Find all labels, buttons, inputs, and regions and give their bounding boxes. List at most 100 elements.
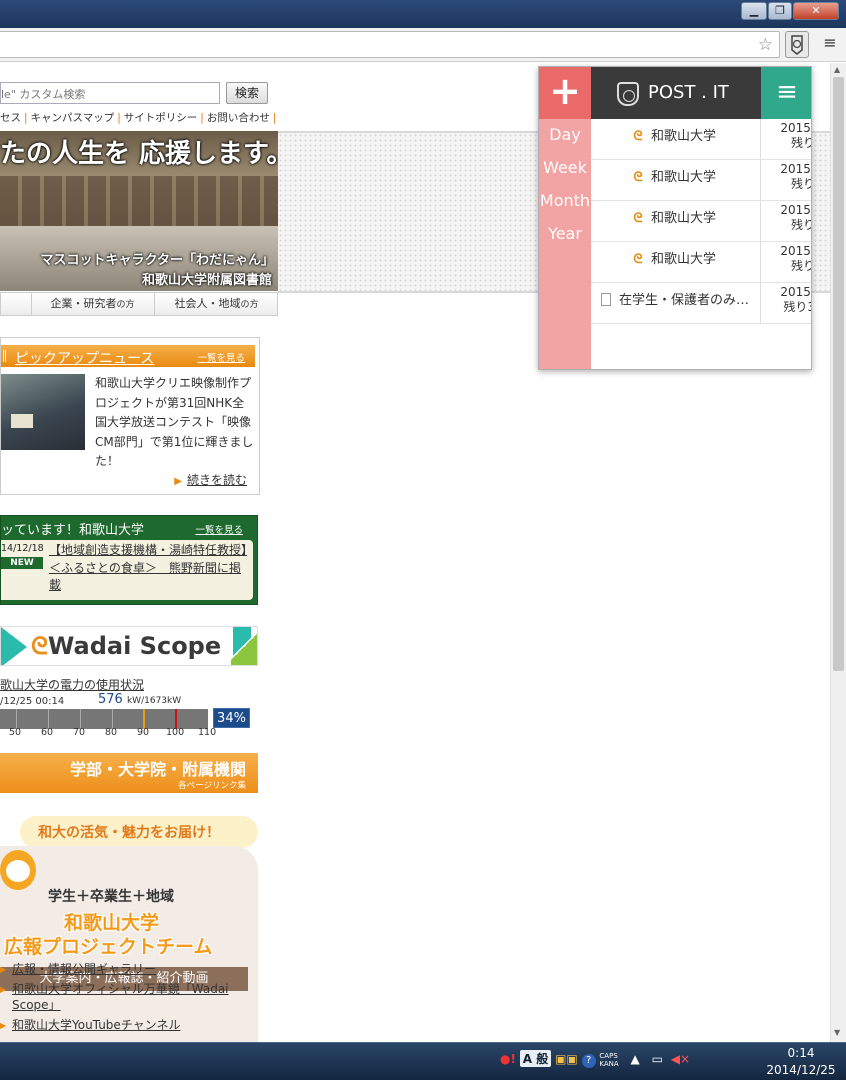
power-time: /12/25 00:14 [0, 696, 65, 707]
tab-label: 社会人・地域 [174, 297, 241, 310]
power-usage-link[interactable]: 歌山大学の電力の使用状況 [0, 676, 144, 693]
clock-date: 2014/12/25 [766, 1063, 836, 1077]
faculty-links-banner[interactable]: 学部・大学院・附属機関 各ページリンク集 [0, 753, 258, 793]
alert-icon[interactable]: ●! [500, 1052, 516, 1066]
power-percent: 34% [213, 708, 250, 728]
list-item[interactable]: ᘓ 和歌山大学 2015/残り [591, 160, 811, 201]
scroll-up-icon[interactable]: ▲ [834, 65, 840, 74]
power-unit: kW/1673kW [126, 696, 182, 706]
hero-image[interactable]: たの人生を 応援します。 マスコットキャラクター「わだにゃん」 和歌山大学附属図… [0, 131, 278, 291]
range-year[interactable]: Year [539, 224, 591, 243]
range-month[interactable]: Month [539, 191, 591, 210]
scale-tick: 80 [105, 727, 118, 738]
faculty-title: 学部・大学院・附属機関 [69, 760, 246, 779]
banner-decoration [1, 627, 27, 665]
tab-suffix: の方 [240, 300, 259, 310]
link-wadai-scope[interactable]: 和歌山大学オフィシャル万華鏡「Wadai Scope」 [0, 981, 250, 1013]
popup-list: ᘓ 和歌山大学 2015/残り ᘓ 和歌山大学 2015/残り ᘓ 和歌山大学 201… [591, 119, 812, 324]
logo-text: POST . IT [648, 82, 729, 103]
media-more-link[interactable]: 一覧を見る [195, 522, 243, 536]
volume-muted-icon[interactable]: ◀× [671, 1052, 690, 1066]
tab-companies-researchers[interactable]: 企業・研究者の方 [31, 293, 153, 315]
minimize-button[interactable]: ▁ [741, 2, 767, 20]
pickup-text: 和歌山大学クリエ映像制作プロジェクトが第31回NHK全国大学放送コンテスト「映像… [95, 376, 254, 468]
list-item[interactable]: ᘓ 和歌山大学 2015/残り [591, 201, 812, 242]
browser-toolbar: ☆ ≡ [0, 28, 846, 62]
page-scrollbar[interactable]: ▲ ▼ [830, 63, 846, 1042]
scroll-down-icon[interactable]: ▼ [834, 1028, 840, 1037]
tab-community[interactable]: 社会人・地域の方 [154, 293, 278, 315]
wadai-scope-logo: ᘓWadai Scope [31, 632, 221, 660]
search-button[interactable]: 検索 [226, 82, 268, 104]
list-icon [3, 350, 9, 362]
close-button[interactable]: ✕ [793, 2, 839, 20]
wadai-swirl-icon: ᘓ [633, 211, 643, 226]
mascot-cat-icon [0, 850, 36, 890]
banner-decoration [231, 627, 257, 665]
scale-tick: 90 [137, 727, 150, 738]
taskbar-clock[interactable]: 0:14 2014/12/25 [760, 1045, 842, 1079]
range-day[interactable]: Day [539, 125, 591, 144]
audience-tabs: 企業・研究者の方 社会人・地域の方 [0, 292, 278, 316]
document-icon [601, 293, 611, 306]
browser-menu-icon[interactable]: ≡ [820, 33, 840, 55]
scroll-thumb[interactable] [833, 77, 844, 671]
pickup-photo[interactable] [1, 374, 85, 450]
hero-caption-library: 和歌山大学附属図書館 [141, 273, 272, 288]
search-input[interactable]: le" カスタム検索 [0, 82, 220, 104]
ime-mode-indicator[interactable]: A 般 [519, 1050, 552, 1067]
top-links: セス | キャンパスマップ | サイトポリシー | お問い合わせ | [0, 112, 277, 124]
pr-bubble-text: 和大の活気・魅力をお届け！ [38, 825, 220, 841]
read-more-link[interactable]: 続きを読む [174, 471, 247, 488]
wadai-scope-text: Wadai Scope [47, 632, 222, 660]
maximize-button[interactable]: ❐ [768, 2, 792, 20]
gauge-90-marker [143, 709, 145, 729]
scale-tick: 100 [166, 727, 185, 738]
bookmark-star-icon[interactable]: ☆ [758, 35, 773, 55]
range-week[interactable]: Week [539, 158, 591, 177]
scale-tick: 60 [41, 727, 54, 738]
pr-bubble: 和大の活気・魅力をお届け！ [20, 816, 258, 848]
media-coverage-box: ッています！和歌山大学 一覧を見る 14/12/18 NEW 【地域創造支援機構… [0, 515, 258, 605]
news-link[interactable]: 【地域創造支援機構・湯崎特任教授】＜ふるさとの食卓＞ 熊野新聞に掲載 [49, 542, 249, 595]
item-name: 和歌山大学 [651, 170, 717, 185]
address-bar[interactable]: ☆ [0, 31, 780, 58]
add-button[interactable]: + [539, 67, 591, 119]
wadai-swirl-icon: ᘓ [633, 170, 643, 185]
tab-suffix: の方 [116, 300, 135, 310]
top-link-contact[interactable]: お問い合わせ [207, 112, 270, 124]
pr-line2: 和歌山大学 [64, 912, 160, 934]
pickup-title[interactable]: ピックアップニュース [15, 348, 154, 368]
item-date: 2015/残り [780, 203, 812, 232]
tab-label: 企業・研究者 [50, 297, 117, 310]
list-item[interactable]: 在学生・保護者のみ… 2015/残り3 [591, 283, 811, 324]
scale-tick: 50 [9, 727, 22, 738]
item-name: 和歌山大学 [651, 252, 717, 267]
show-hidden-icons[interactable]: ▲ [631, 1052, 640, 1066]
network-icon[interactable]: ▭ [652, 1052, 663, 1066]
postit-popup: + Day Week Month Year POST . IT ≡ ᘓ 和歌山大学… [538, 66, 812, 370]
pickup-more-link[interactable]: 一覧を見る [197, 350, 245, 364]
popup-menu-button[interactable]: ≡ [761, 67, 811, 119]
wadai-swirl-icon: ᘓ [633, 252, 643, 267]
list-item[interactable]: ᘓ 和歌山大学 2015/残り [591, 242, 812, 283]
hero-caption-mascot: マスコットキャラクター「わだにゃん」 [40, 253, 274, 268]
item-name: 和歌山大学 [651, 211, 717, 226]
list-item[interactable]: ᘓ 和歌山大学 2015/残り [591, 119, 811, 160]
ime-toolbar-icon[interactable]: ▣▣ [555, 1052, 578, 1066]
help-icon[interactable]: ? [581, 1054, 596, 1068]
popup-sidebar: + Day Week Month Year [539, 67, 591, 369]
link-youtube[interactable]: 和歌山大学YouTubeチャンネル [0, 1017, 250, 1034]
pr-line1: 学生＋卒業生＋地域 [48, 889, 174, 905]
scale-tick: 70 [73, 727, 86, 738]
clock-icon [617, 82, 639, 106]
link-gallery[interactable]: 広報・情報公開ギャラリー [0, 961, 250, 978]
top-link-campus-map[interactable]: キャンパスマップ [31, 112, 115, 124]
postit-extension-icon[interactable] [785, 31, 809, 58]
top-link-access[interactable]: セス [0, 112, 21, 124]
top-link-site-policy[interactable]: サイトポリシー [124, 112, 198, 124]
item-date: 2015/残り [780, 244, 812, 273]
wadai-scope-banner[interactable]: ᘓWadai Scope [0, 626, 258, 666]
system-tray: ●! A 般 ▣▣ ? CAPS KANA ▲ ▭ ◀× [500, 1050, 690, 1074]
pr-line3: 広報プロジェクトチーム [4, 936, 213, 958]
